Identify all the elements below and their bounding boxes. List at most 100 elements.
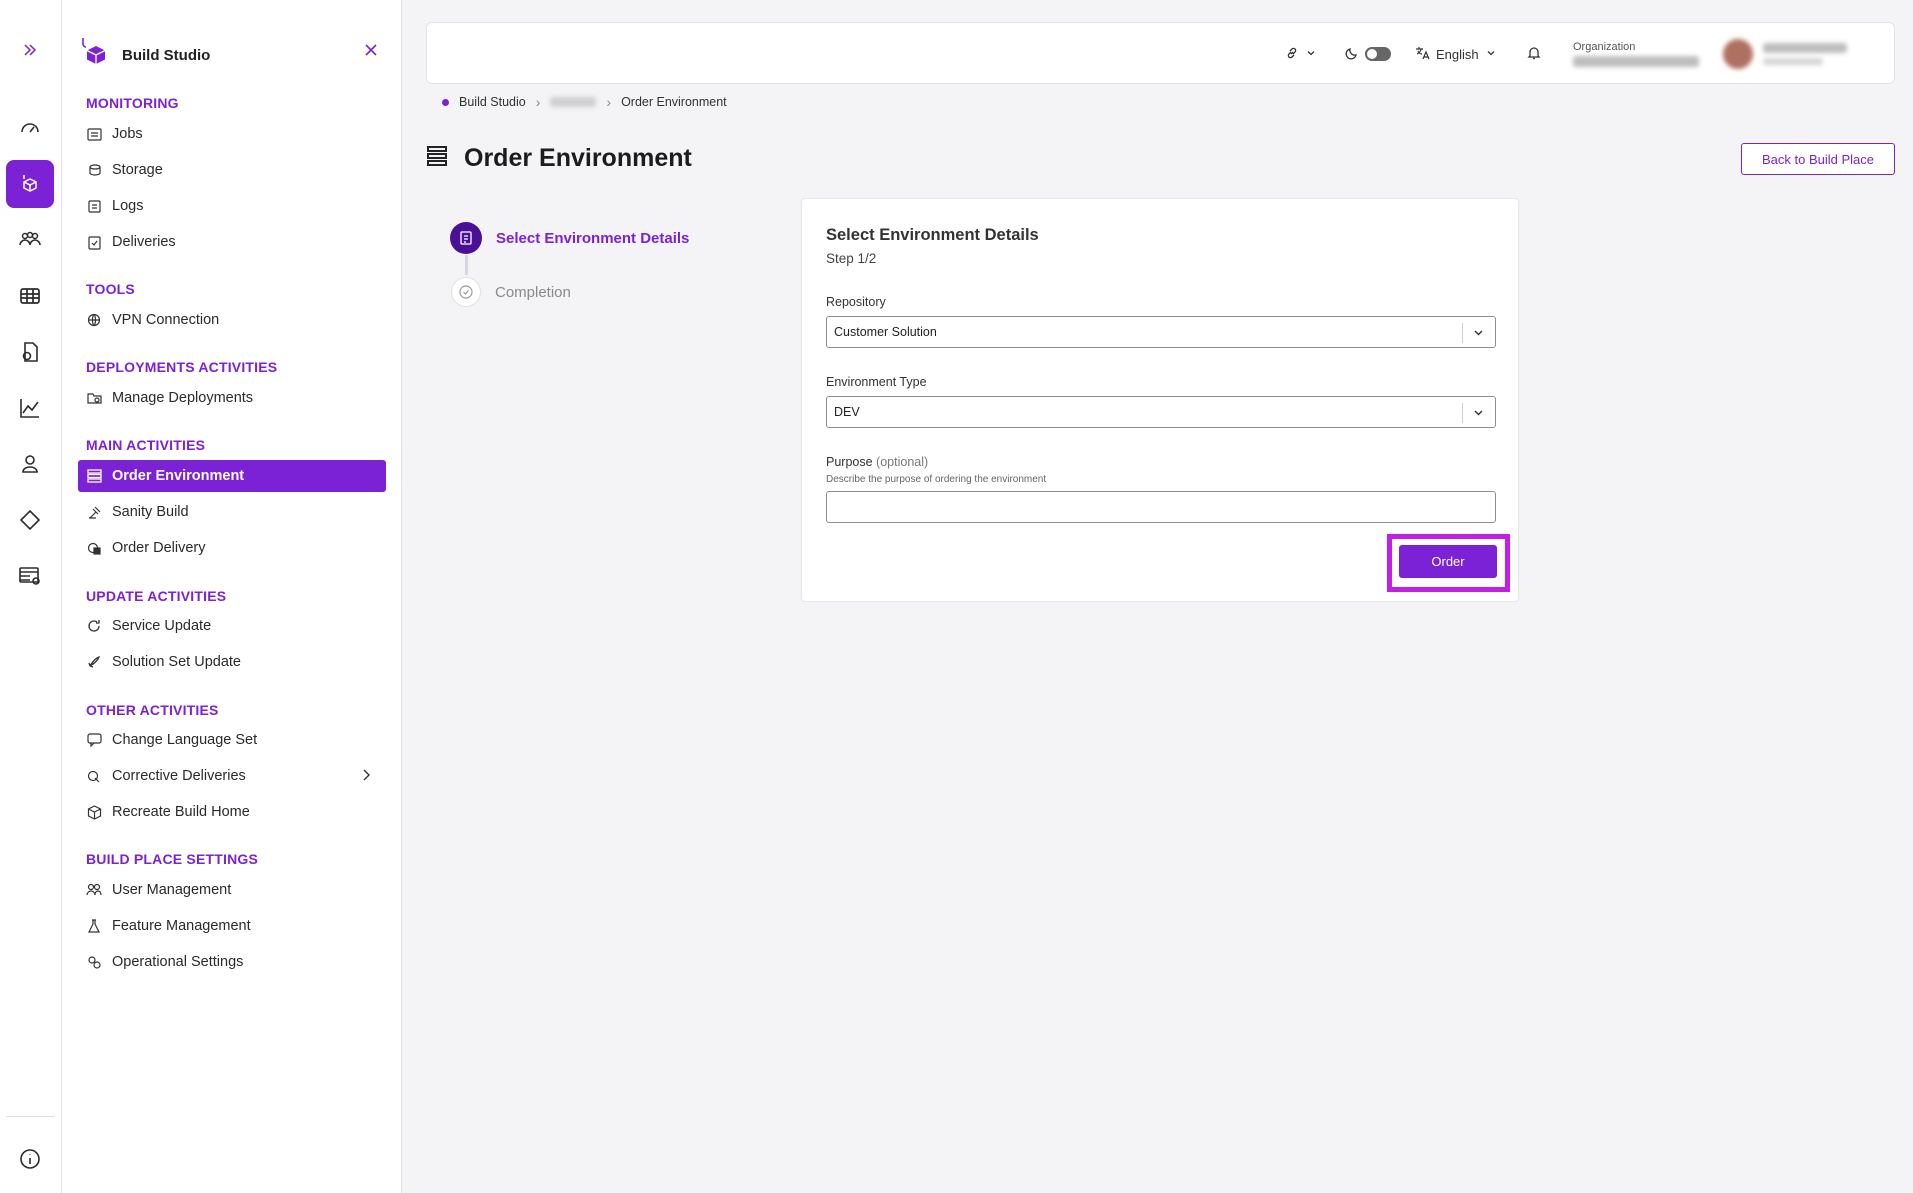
chevron-down-icon: [1305, 47, 1317, 62]
folder-settings-icon: [86, 390, 102, 406]
sidebar-item-feature-management[interactable]: Feature Management: [78, 910, 386, 942]
diamond-icon[interactable]: [6, 496, 54, 544]
chevron-down-icon: [1485, 47, 1497, 62]
user-name-redacted: [1763, 43, 1847, 53]
environment-type-select[interactable]: DEV: [826, 396, 1496, 428]
user-menu[interactable]: [1723, 23, 1847, 85]
expand-sidebar-icon[interactable]: [6, 26, 54, 74]
section-settings: BUILD PLACE SETTINGS: [86, 851, 259, 867]
sidebar-item-change-language-set[interactable]: Change Language Set: [78, 724, 386, 756]
notifications-bell[interactable]: [1527, 23, 1541, 85]
step-select-environment-details[interactable]: Select Environment Details: [450, 222, 689, 254]
step-connector: [465, 255, 468, 275]
brand: Build Studio: [78, 36, 210, 75]
sidebar-item-label: Service Update: [112, 618, 212, 634]
sidebar-item-label: Change Language Set: [112, 732, 258, 748]
page-heading: Order Environment: [426, 144, 692, 173]
storage-icon: [86, 162, 102, 178]
sidebar-item-label: Jobs: [112, 126, 143, 142]
section-main: MAIN ACTIVITIES: [86, 437, 206, 453]
team-icon[interactable]: [6, 216, 54, 264]
sidebar-item-user-management[interactable]: User Management: [78, 874, 386, 906]
dashboard-gauge-icon[interactable]: [6, 104, 54, 152]
purpose-label: Purpose (optional): [826, 455, 928, 469]
user-profile-icon[interactable]: [6, 440, 54, 488]
sidebar-item-jobs[interactable]: Jobs: [78, 118, 386, 150]
rocket-icon: [86, 654, 102, 670]
section-monitoring: MONITORING: [86, 95, 179, 111]
sidebar-item-vpn[interactable]: VPN Connection: [78, 304, 386, 336]
server-stack-icon: [86, 468, 102, 484]
sidebar-item-label: Corrective Deliveries: [112, 768, 246, 784]
back-to-build-place-button[interactable]: Back to Build Place: [1741, 143, 1895, 175]
sidebar-item-label: Sanity Build: [112, 504, 189, 520]
sidebar-item-sanity-build[interactable]: Sanity Build: [78, 496, 386, 528]
document-settings-icon[interactable]: [6, 328, 54, 376]
breadcrumb-current: Order Environment: [621, 95, 727, 109]
sidebar-item-label: Logs: [112, 198, 144, 214]
order-button[interactable]: Order: [1399, 545, 1497, 578]
theme-toggle[interactable]: [1345, 23, 1391, 85]
refresh-icon: [86, 618, 102, 634]
environment-type-value: DEV: [834, 405, 860, 419]
sidebar-item-label: Recreate Build Home: [112, 804, 250, 820]
clipboard-check-icon: [86, 234, 102, 250]
user-info-redacted: [1763, 43, 1847, 65]
brand-title: Build Studio: [122, 47, 211, 64]
sidebar-item-operational-settings[interactable]: Operational Settings: [78, 946, 386, 978]
step-completion[interactable]: Completion: [450, 277, 571, 307]
analytics-chart-icon[interactable]: [6, 384, 54, 432]
breadcrumb-root[interactable]: Build Studio: [459, 95, 526, 109]
sidebar-item-storage[interactable]: Storage: [78, 154, 386, 186]
avatar: [1723, 39, 1753, 69]
breadcrumb-redacted[interactable]: [550, 97, 597, 107]
repository-label: Repository: [826, 295, 886, 309]
section-other: OTHER ACTIVITIES: [86, 702, 219, 718]
step-label: Select Environment Details: [496, 229, 690, 247]
table-settings-icon[interactable]: [6, 552, 54, 600]
sidebar-item-order-delivery[interactable]: Order Delivery: [78, 532, 386, 564]
gears-icon: [86, 954, 102, 970]
corrective-delivery-icon: [86, 768, 102, 784]
sidebar-item-label: Operational Settings: [112, 954, 244, 970]
sidebar-item-recreate-build-home[interactable]: Recreate Build Home: [78, 796, 386, 828]
sidebar-item-label: Order Environment: [112, 468, 245, 484]
purpose-optional-hint: (optional): [876, 455, 929, 469]
dark-mode-switch[interactable]: [1365, 47, 1391, 61]
sidebar-item-manage-deployments[interactable]: Manage Deployments: [78, 382, 386, 414]
sidebar-item-corrective-deliveries[interactable]: Corrective Deliveries: [78, 760, 386, 792]
build-studio-rail-icon[interactable]: [6, 160, 54, 208]
chevron-down-icon[interactable]: [1472, 326, 1485, 339]
user-role-redacted: [1763, 58, 1823, 65]
language-selector[interactable]: English: [1415, 23, 1497, 85]
icon-rail: [0, 0, 62, 1193]
step-check-circle-icon: [451, 277, 481, 307]
sidebar-item-order-environment[interactable]: Order Environment: [78, 460, 386, 492]
close-sidebar-icon[interactable]: [363, 42, 381, 60]
top-header: English Organization: [426, 22, 1895, 84]
sidebar-item-label: Storage: [112, 162, 163, 178]
purpose-label-text: Purpose: [826, 455, 873, 469]
chevron-right-icon[interactable]: [360, 768, 374, 782]
build-studio-logo-icon: [78, 36, 110, 75]
breadcrumb: Build Studio › › Order Environment: [442, 94, 727, 110]
repository-select[interactable]: Customer Solution: [826, 316, 1496, 348]
sidebar-item-deliveries[interactable]: Deliveries: [78, 226, 386, 258]
link-menu[interactable]: [1285, 23, 1317, 85]
sidebar-item-service-update[interactable]: Service Update: [78, 610, 386, 642]
organization-selector[interactable]: Organization: [1573, 23, 1699, 85]
info-icon[interactable]: [6, 1135, 54, 1183]
form-step-indicator: Step 1/2: [826, 251, 877, 266]
gavel-icon: [86, 504, 102, 520]
sidebar-item-solution-set-update[interactable]: Solution Set Update: [78, 646, 386, 678]
form-title: Select Environment Details: [826, 226, 1039, 244]
breadcrumb-dot: [442, 98, 449, 106]
purpose-help-text: Describe the purpose of ordering the env…: [826, 474, 1047, 485]
sidebar-item-logs[interactable]: Logs: [78, 190, 386, 222]
chevron-down-icon[interactable]: [1472, 406, 1485, 419]
grid-dashboard-icon[interactable]: [6, 272, 54, 320]
sidebar: Build Studio MONITORING Jobs Storage Log…: [62, 0, 402, 1193]
language-chat-icon: [86, 732, 102, 748]
purpose-input[interactable]: [826, 491, 1496, 523]
sidebar-item-label: Solution Set Update: [112, 654, 241, 670]
